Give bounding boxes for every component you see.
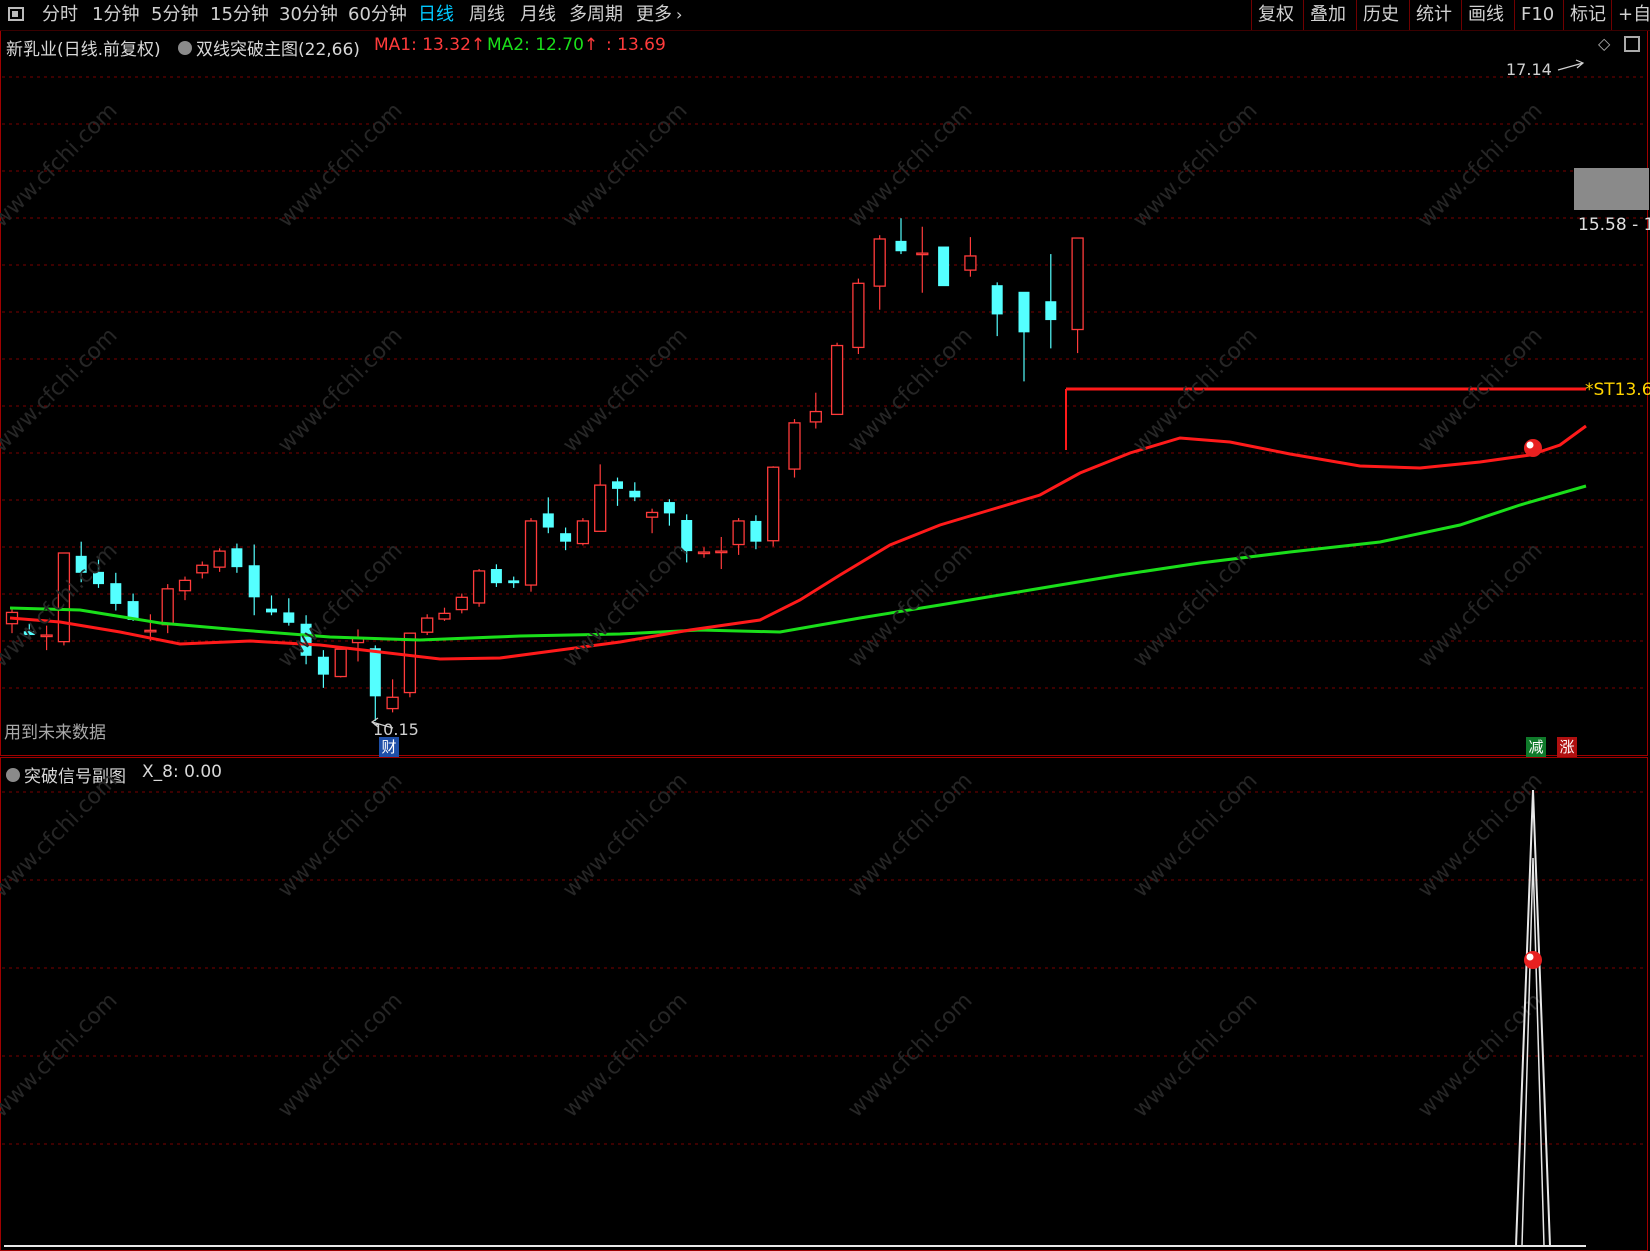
candle-body — [788, 422, 801, 470]
candle-body — [681, 519, 693, 552]
candle-body — [438, 612, 451, 620]
candle-body — [964, 255, 977, 271]
reduce-badge[interactable]: 减 — [1526, 737, 1546, 757]
candle-body — [248, 565, 260, 598]
high-arrow-icon — [1557, 59, 1585, 71]
st-price-label: *ST13.6 — [1585, 380, 1650, 400]
candle-body — [612, 481, 623, 489]
candle-body — [40, 634, 53, 638]
candle-body — [334, 648, 347, 678]
candle-body — [938, 246, 950, 287]
candle-body — [490, 569, 502, 584]
candle-body — [809, 410, 822, 423]
price-range-box — [1574, 168, 1649, 210]
candle-body — [645, 511, 659, 518]
candle-body — [57, 552, 71, 643]
candle-body — [895, 240, 907, 252]
finance-badge[interactable]: 财 — [379, 737, 399, 757]
candle-body — [196, 564, 209, 574]
candle-body — [213, 550, 226, 568]
sub-indicator-name: 突破信号副图 — [24, 767, 126, 787]
candle-body — [23, 631, 35, 636]
candle-body — [830, 344, 844, 416]
candle-body — [991, 285, 1003, 315]
candle-body — [283, 612, 295, 623]
candle-body — [93, 571, 104, 585]
candle-body — [916, 252, 929, 256]
x8-value: X_8: 0.00 — [142, 762, 222, 782]
candle-body — [576, 520, 590, 545]
candle-body — [455, 596, 468, 611]
candle-body — [542, 513, 554, 528]
indicator-menu-icon[interactable] — [6, 768, 20, 782]
candle-body — [663, 502, 675, 514]
candle-body — [421, 617, 434, 633]
candle-body — [386, 696, 399, 710]
candle-body — [110, 583, 122, 604]
candle-body — [369, 648, 381, 697]
candle-body — [715, 550, 728, 554]
signal-ball-icon — [1524, 439, 1542, 457]
sub-chart-panel[interactable] — [0, 757, 1648, 1251]
ma2-line — [9, 484, 1587, 642]
candle-body — [767, 466, 780, 542]
candlestick-chart — [2, 59, 1646, 729]
candle-body — [873, 238, 886, 287]
candle-body — [1018, 291, 1030, 333]
candle-body — [594, 484, 607, 532]
candle-body — [161, 588, 174, 626]
sub-indicator-header[interactable]: 突破信号副图 — [6, 762, 126, 787]
candle-body — [750, 520, 762, 542]
candle-body — [472, 570, 486, 604]
candle-body — [697, 551, 711, 555]
signal-ball-highlight — [1526, 441, 1534, 449]
candle-body — [300, 623, 312, 656]
candle-body — [403, 632, 417, 694]
future-data-note: 用到未来数据 — [4, 723, 106, 743]
candle-body — [508, 580, 520, 584]
candle-body — [75, 555, 87, 573]
candle-body — [852, 282, 865, 349]
candle-body — [560, 533, 572, 542]
candle-body — [144, 629, 157, 633]
candle-body — [266, 608, 277, 613]
candle-body — [178, 579, 192, 592]
price-range-label: 15.58 - 1 — [1578, 215, 1650, 235]
candle-body — [1045, 301, 1057, 321]
candle-body — [231, 548, 243, 568]
candle-body — [1071, 237, 1084, 331]
high-price-label: 17.14 — [1506, 60, 1552, 79]
rise-badge[interactable]: 涨 — [1557, 737, 1577, 757]
candle-body — [317, 656, 329, 675]
candle-body — [732, 520, 745, 546]
candle-body — [629, 490, 641, 498]
candle-body — [524, 520, 538, 586]
